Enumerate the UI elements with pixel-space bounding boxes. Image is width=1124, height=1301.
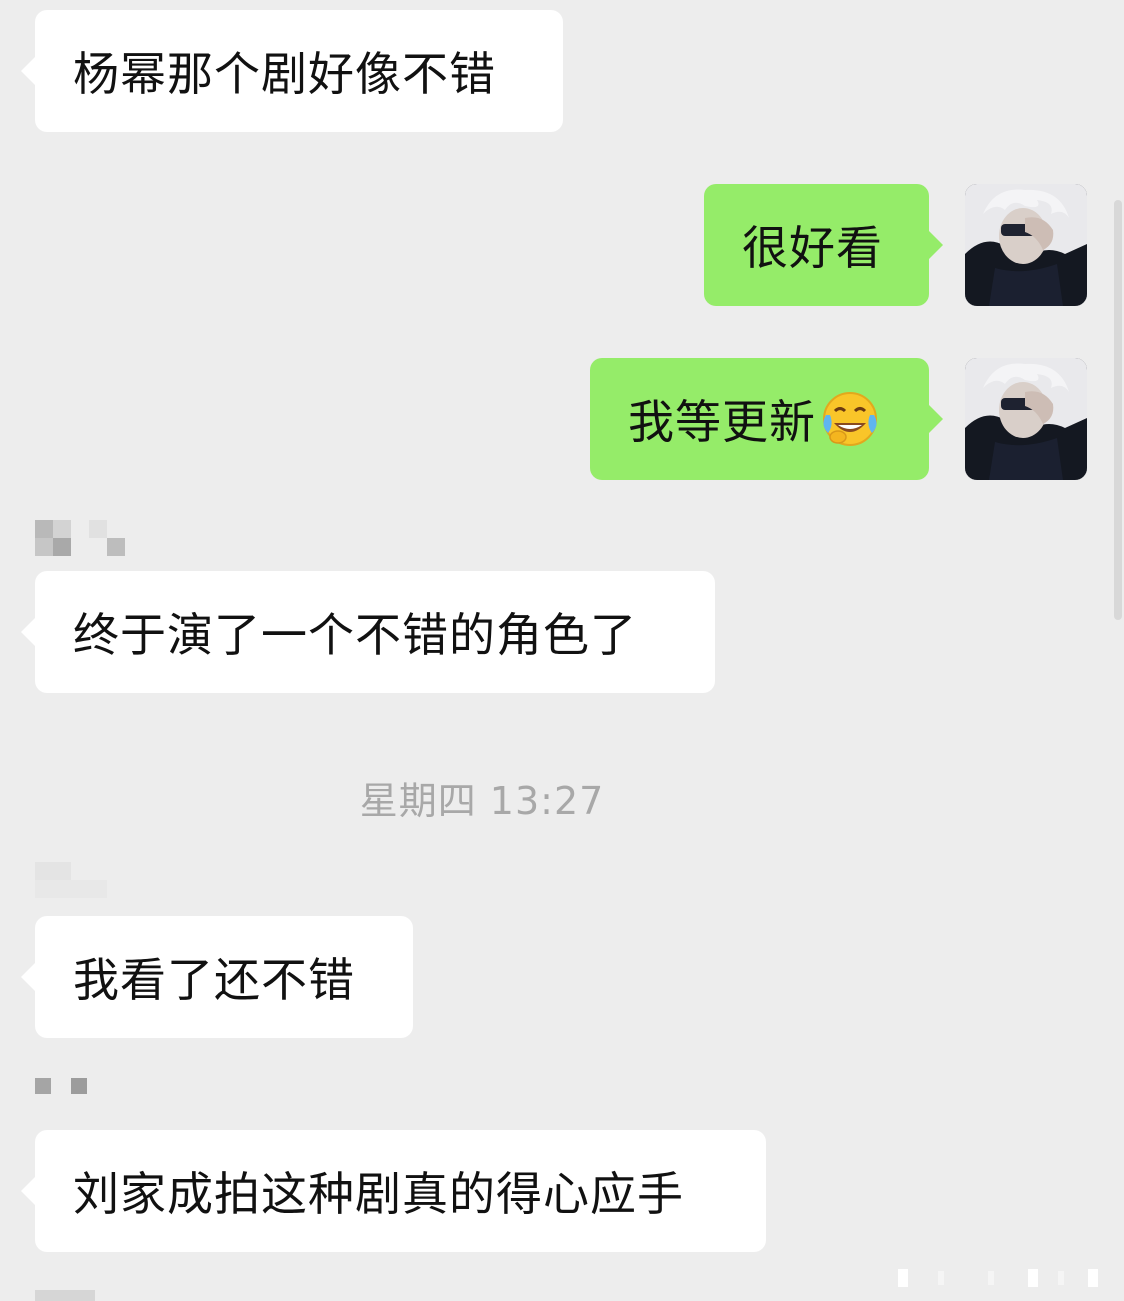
message-text: 刘家成拍这种剧真的得心应手 [73, 1167, 684, 1221]
watermark-bars [898, 1269, 1114, 1287]
message-text: 我等更新 [628, 395, 816, 449]
avatar-portrait-icon [965, 358, 1087, 480]
my-avatar[interactable] [965, 184, 1087, 306]
message-bubble-incoming[interactable]: 终于演了一个不错的角色了 [21, 571, 715, 693]
sender-name-redacted [35, 520, 135, 560]
message-bubble-outgoing[interactable]: 很好看 [704, 184, 943, 306]
message-bubble-incoming[interactable]: 刘家成拍这种剧真的得心应手 [21, 1130, 766, 1252]
message-bubble-incoming[interactable]: 我看了还不错 [21, 916, 413, 1038]
avatar-portrait-icon [965, 184, 1087, 306]
chat-window: 杨幂那个剧好像不错 很好看 我等更新 终于演了一个不错的角色了 星期四 13:2… [0, 0, 1124, 1301]
message-text: 我看了还不错 [73, 953, 355, 1007]
message-bubble-incoming[interactable]: 杨幂那个剧好像不错 [21, 10, 563, 132]
message-bubble-outgoing[interactable]: 我等更新 [590, 358, 943, 480]
my-avatar[interactable] [965, 358, 1087, 480]
message-text: 终于演了一个不错的角色了 [73, 608, 637, 662]
message-text: 杨幂那个剧好像不错 [73, 47, 496, 101]
sender-name-redacted [35, 1078, 115, 1118]
timestamp-divider: 星期四 13:27 [359, 779, 605, 823]
scrollbar[interactable] [1114, 200, 1122, 620]
message-text: 很好看 [742, 221, 883, 275]
sender-name-redacted [35, 862, 115, 902]
sender-name-redacted [35, 1290, 105, 1301]
face-with-tears-of-joy-icon [820, 389, 880, 449]
